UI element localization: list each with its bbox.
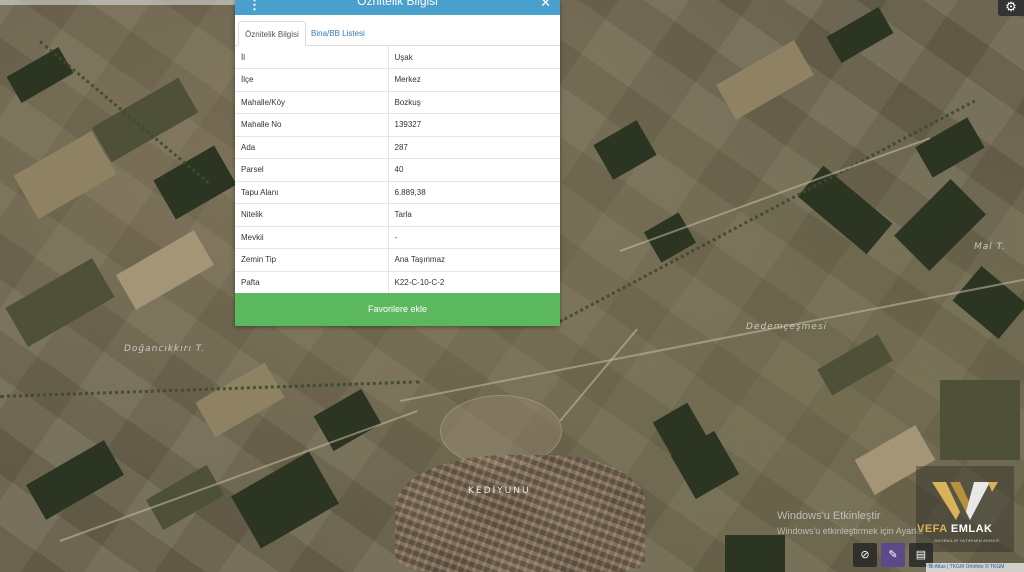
map-field	[195, 362, 285, 438]
row-value: Merkez	[388, 68, 560, 92]
row-value: Uşak	[388, 46, 560, 69]
table-row: Ada 287	[235, 136, 560, 159]
row-key: Tapu Alanı	[235, 181, 389, 204]
row-value: K22-C-10-C-2	[388, 271, 560, 294]
attribute-table: İl Uşak İlçe Merkez Mahalle/Köy Bozkuş Maha…	[235, 46, 560, 294]
map-field	[116, 230, 214, 310]
map-field	[952, 265, 1024, 340]
tab-attributes[interactable]: Öznitelik Bilgisi	[238, 21, 306, 46]
row-value: 139327	[388, 113, 560, 137]
attribute-panel: ⋮ Öznitelik Bilgisi ✕ Öznitelik Bilgisi …	[235, 0, 560, 326]
road	[619, 137, 931, 252]
brand-name: VEFA EMLAK	[917, 523, 993, 535]
close-icon[interactable]: ✕	[540, 0, 551, 11]
row-key: Ada	[235, 136, 389, 159]
tab-building-list[interactable]: Bina/BB Listesi	[305, 21, 371, 46]
top-strip	[0, 0, 235, 5]
panel-tabs: Öznitelik Bilgisi Bina/BB Listesi	[235, 15, 560, 46]
brand-name-b: EMLAK	[950, 523, 993, 535]
row-value: -	[388, 226, 560, 249]
map-field	[231, 451, 339, 549]
map-field	[145, 464, 225, 531]
row-key: Zemin Tip	[235, 248, 389, 272]
map-field	[153, 145, 237, 220]
map-field	[940, 380, 1020, 460]
row-value: Tarla	[388, 203, 560, 227]
map-label-doganci: Doğancıkkırı T.	[124, 344, 206, 354]
map-field	[894, 179, 986, 271]
activation-title: Windows'u Etkinleştir	[777, 510, 881, 522]
attribution-suffix: © TKGM	[984, 564, 1005, 570]
pen-icon[interactable]: ✎	[881, 543, 905, 567]
table-row: Mevkii -	[235, 226, 560, 249]
add-favorite-button[interactable]: Favorilere ekle	[235, 293, 560, 326]
map-field	[5, 258, 115, 347]
attribution-prefix: Bi Atlas | TKGM Ortofoto	[929, 564, 984, 570]
row-value: Ana Taşınmaz	[388, 248, 560, 272]
map-field	[817, 334, 893, 396]
brand-name-a: VEFA	[917, 523, 948, 535]
table-row: Mahalle/Köy Bozkuş	[235, 91, 560, 114]
panel-title: Öznitelik Bilgisi	[357, 0, 438, 8]
map-field	[593, 120, 657, 180]
map-field	[26, 440, 124, 520]
row-value: 40	[388, 158, 560, 182]
map-toolbar: ⊘ ✎ ▤	[853, 543, 933, 569]
map-label-mal: Mal T.	[974, 242, 1006, 252]
map-label-village: KEDİYUNU	[468, 486, 531, 496]
table-row: İlçe Merkez	[235, 68, 560, 92]
table-row: Pafta K22-C-10-C-2	[235, 271, 560, 294]
row-key: Parsel	[235, 158, 389, 182]
map-field	[725, 535, 785, 572]
row-key: Mahalle/Köy	[235, 91, 389, 114]
brand-slogan: GÜVENİLİR YATIRIMIN ADRESİ	[934, 538, 1000, 543]
row-key: Pafta	[235, 271, 389, 294]
panel-header: ⋮ Öznitelik Bilgisi ✕	[235, 0, 560, 15]
map-field	[826, 7, 894, 63]
map-field	[313, 388, 382, 452]
map-field	[6, 47, 74, 103]
road	[559, 328, 638, 422]
activation-subtitle: Windows'u etkinleştirmek için Ayarlar	[777, 526, 925, 536]
row-key: Mahalle No	[235, 113, 389, 137]
brand-logo: VEFA EMLAK GÜVENİLİR YATIRIMIN ADRESİ	[916, 466, 1014, 552]
row-key: İlçe	[235, 68, 389, 92]
gear-icon[interactable]: ⚙	[998, 0, 1024, 16]
row-value: 6.889,38	[388, 181, 560, 204]
row-key: İl	[235, 46, 389, 69]
table-row: İl Uşak	[235, 46, 560, 69]
row-value: Bozkuş	[388, 91, 560, 114]
map-label-dedem: Dedemçeşmesi	[746, 322, 828, 332]
table-row: Mahalle No 139327	[235, 113, 560, 137]
table-row: Nitelik Tarla	[235, 203, 560, 227]
map-attribution: Bi Atlas | TKGM Ortofoto © TKGM	[926, 563, 1024, 572]
eye-off-icon[interactable]: ⊘	[853, 543, 877, 567]
map-field	[91, 77, 199, 163]
row-key: Mevkii	[235, 226, 389, 249]
row-value: 287	[388, 136, 560, 159]
windows-activation-notice: Windows'u Etkinleştir Windows'u etkinleş…	[777, 510, 924, 536]
row-key: Nitelik	[235, 203, 389, 227]
village-area	[395, 455, 645, 572]
map-field	[716, 40, 814, 120]
table-row: Tapu Alanı 6.889,38	[235, 181, 560, 204]
table-row: Zemin Tip Ana Taşınmaz	[235, 248, 560, 272]
brand-logo-mark	[932, 482, 998, 520]
table-row: Parsel 40	[235, 158, 560, 182]
